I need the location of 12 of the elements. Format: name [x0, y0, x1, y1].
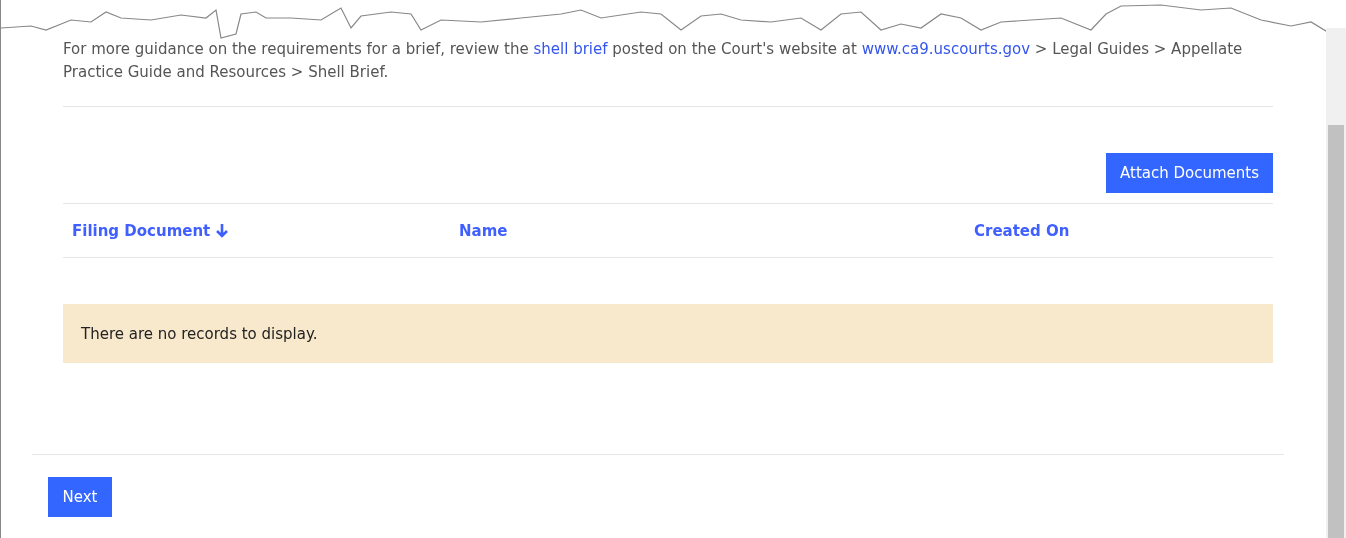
shell-brief-link[interactable]: shell brief	[533, 40, 608, 58]
next-button[interactable]: Next	[48, 477, 112, 517]
scrollbar-thumb[interactable]	[1328, 125, 1344, 538]
column-header[interactable]: Filing Document	[72, 221, 211, 240]
column-header[interactable]: Name	[459, 221, 508, 240]
scrollbar[interactable]	[1326, 28, 1346, 538]
guidance-text: For more guidance on the requirements for a brief, review the shell brief posted on the Court's website at www.ca9.uscourts.gov > Legal Guides > Appellate Practice Guide and Resources > Shell Brief.	[63, 39, 1244, 83]
attach-documents-button[interactable]: Attach Documents	[1106, 153, 1273, 193]
website-link[interactable]: www.ca9.uscourts.gov	[861, 40, 1031, 58]
empty-message: There are no records to display.	[63, 304, 1273, 363]
column-header[interactable]: Created On	[974, 221, 1070, 240]
arrow-down-icon	[216, 223, 229, 238]
